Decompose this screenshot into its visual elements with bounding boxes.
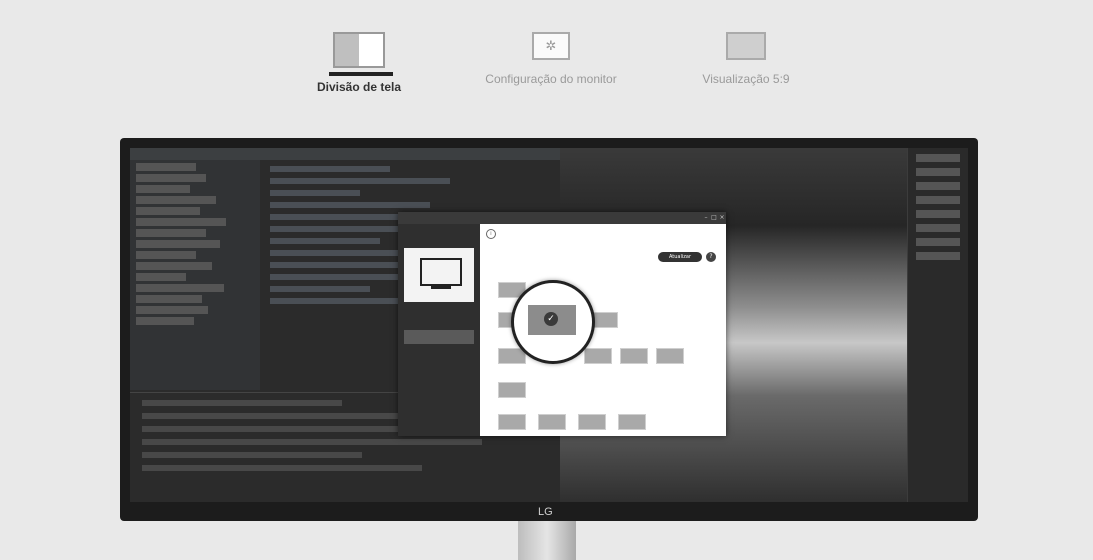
help-icon[interactable]: ?: [706, 252, 716, 262]
check-icon: ✓: [544, 312, 558, 326]
tab-preview[interactable]: Visualização 5:9: [700, 32, 792, 86]
info-icon: i: [486, 229, 496, 239]
tab-preview-label: Visualização 5:9: [702, 72, 790, 86]
layout-tile[interactable]: [498, 414, 526, 430]
ide-project-tree: [130, 160, 260, 390]
selected-layout-magnifier: ✓: [511, 280, 595, 364]
tab-monitor-settings-label: Configuração do monitor: [485, 72, 617, 86]
update-notice: i: [480, 224, 726, 250]
dialog-titlebar: – □ ×: [398, 212, 726, 224]
sidebar-item-screen-split[interactable]: [404, 330, 474, 344]
brand-logo: LG: [538, 506, 553, 518]
layout-tile[interactable]: [656, 348, 684, 364]
tab-monitor-settings[interactable]: ✲ Configuração do monitor: [478, 32, 624, 86]
ide-titlebar: [130, 148, 560, 160]
close-icon[interactable]: ×: [718, 212, 726, 224]
maximize-icon[interactable]: □: [710, 212, 718, 224]
layout-tile[interactable]: [584, 348, 612, 364]
monitor-thumbnail[interactable]: [404, 248, 474, 302]
update-button[interactable]: Atualizar: [658, 252, 702, 262]
tab-split-screen[interactable]: Divisão de tela: [314, 32, 404, 94]
monitor: – □ × i Atualizar ? ✓ LG: [120, 138, 978, 521]
photo-editor-panel: [907, 148, 968, 502]
layout-tile[interactable]: [498, 382, 526, 398]
dialog-main: i Atualizar ? ✓: [480, 224, 726, 436]
monitor-icon: [420, 258, 462, 286]
dialog-sidebar: [398, 224, 480, 436]
layout-tile[interactable]: [618, 414, 646, 430]
monitor-screen: – □ × i Atualizar ? ✓: [130, 148, 968, 502]
feature-tabs: Divisão de tela ✲ Configuração do monito…: [0, 0, 1093, 120]
layout-tile[interactable]: [620, 348, 648, 364]
layout-tile[interactable]: [538, 414, 566, 430]
onscreen-control-dialog: – □ × i Atualizar ? ✓: [398, 212, 726, 436]
layout-tile[interactable]: [578, 414, 606, 430]
tab-split-screen-label: Divisão de tela: [316, 80, 402, 94]
monitor-stand: [518, 521, 576, 560]
monitor-settings-icon: ✲: [532, 32, 570, 60]
preview-icon: [726, 32, 766, 60]
minimize-icon[interactable]: –: [702, 212, 710, 224]
split-screen-icon: [329, 32, 393, 76]
